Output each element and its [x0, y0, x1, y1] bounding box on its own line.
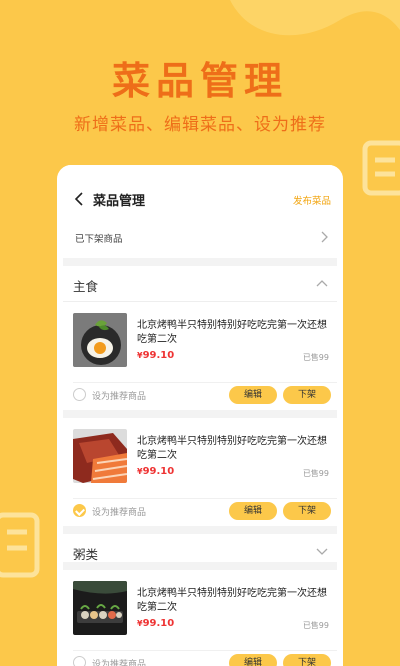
dish-thumbnail — [73, 581, 127, 635]
sold-count: 已售99 — [302, 469, 329, 478]
divider — [73, 498, 337, 499]
item-gap — [63, 410, 337, 418]
nav-bar: 菜品管理 发布菜品 — [67, 187, 333, 215]
dish-name: 北京烤鸭半只特别特别好吃吃完第一次还想吃第二次 — [137, 320, 327, 345]
edit-button[interactable]: 编辑 — [229, 654, 277, 666]
sold-count: 已售99 — [302, 353, 329, 362]
dish-price: ¥99.10 — [137, 466, 174, 477]
edit-button[interactable]: 编辑 — [229, 386, 277, 404]
dish-name: 北京烤鸭半只特别特别好吃吃完第一次还想吃第二次 — [137, 588, 327, 613]
section-gap — [63, 562, 337, 570]
phone-mockup: 菜品管理 发布菜品 已下架商品 主食 北京烤鸭半只特别特别好吃吃完第一次还想吃第… — [57, 165, 343, 666]
recommend-label: 设为推荐商品 — [92, 508, 147, 518]
offshelf-products-row[interactable]: 已下架商品 — [63, 220, 337, 256]
dish-item: 北京烤鸭半只特别特别好吃吃完第一次还想吃第二次 ¥99.10 已售99 设为推荐… — [63, 302, 337, 410]
price-value: 99.10 — [142, 466, 175, 477]
section-header-staple[interactable]: 主食 — [63, 266, 337, 302]
dish-price: ¥99.10 — [137, 618, 174, 629]
take-off-shelf-button[interactable]: 下架 — [283, 502, 331, 520]
sold-count: 已售99 — [302, 621, 329, 630]
section-gap — [63, 526, 337, 534]
document-deco-icon — [0, 512, 40, 578]
offshelf-label: 已下架商品 — [75, 234, 123, 245]
section-label: 粥类 — [73, 547, 99, 562]
promo-title: 菜品管理 — [111, 59, 288, 103]
promo-subtitle: 新增菜品、编辑菜品、设为推荐 — [74, 115, 326, 135]
dish-price: ¥99.10 — [137, 350, 174, 361]
edit-button[interactable]: 编辑 — [229, 502, 277, 520]
recommend-label: 设为推荐商品 — [92, 392, 147, 402]
chevron-right-icon — [321, 231, 328, 243]
dish-name: 北京烤鸭半只特别特别好吃吃完第一次还想吃第二次 — [137, 436, 327, 461]
back-arrow-icon[interactable] — [71, 188, 89, 210]
divider — [73, 650, 337, 651]
recommend-label: 设为推荐商品 — [92, 660, 147, 666]
recommend-radio-checked[interactable] — [73, 504, 86, 517]
page-title: 菜品管理 — [93, 194, 146, 209]
dish-item: 北京烤鸭半只特别特别好吃吃完第一次还想吃第二次 ¥99.10 已售99 设为推荐… — [63, 418, 337, 526]
take-off-shelf-button[interactable]: 下架 — [283, 386, 331, 404]
section-label: 主食 — [73, 279, 99, 294]
chevron-up-icon — [316, 280, 328, 287]
recommend-radio[interactable] — [73, 656, 86, 666]
price-value: 99.10 — [142, 618, 175, 629]
app-screen: 菜品管理 发布菜品 已下架商品 主食 北京烤鸭半只特别特别好吃吃完第一次还想吃第… — [63, 165, 337, 666]
price-value: 99.10 — [142, 350, 175, 361]
publish-dish-button[interactable]: 发布菜品 — [293, 193, 331, 207]
dish-thumbnail — [73, 313, 127, 367]
section-gap — [63, 258, 337, 266]
dish-thumbnail — [73, 429, 127, 483]
document-deco-icon — [362, 140, 400, 196]
take-off-shelf-button[interactable]: 下架 — [283, 654, 331, 666]
divider — [73, 382, 337, 383]
dish-item: 北京烤鸭半只特别特别好吃吃完第一次还想吃第二次 ¥99.10 已售99 设为推荐… — [63, 570, 337, 666]
chevron-down-icon — [316, 548, 328, 555]
recommend-radio[interactable] — [73, 388, 86, 401]
